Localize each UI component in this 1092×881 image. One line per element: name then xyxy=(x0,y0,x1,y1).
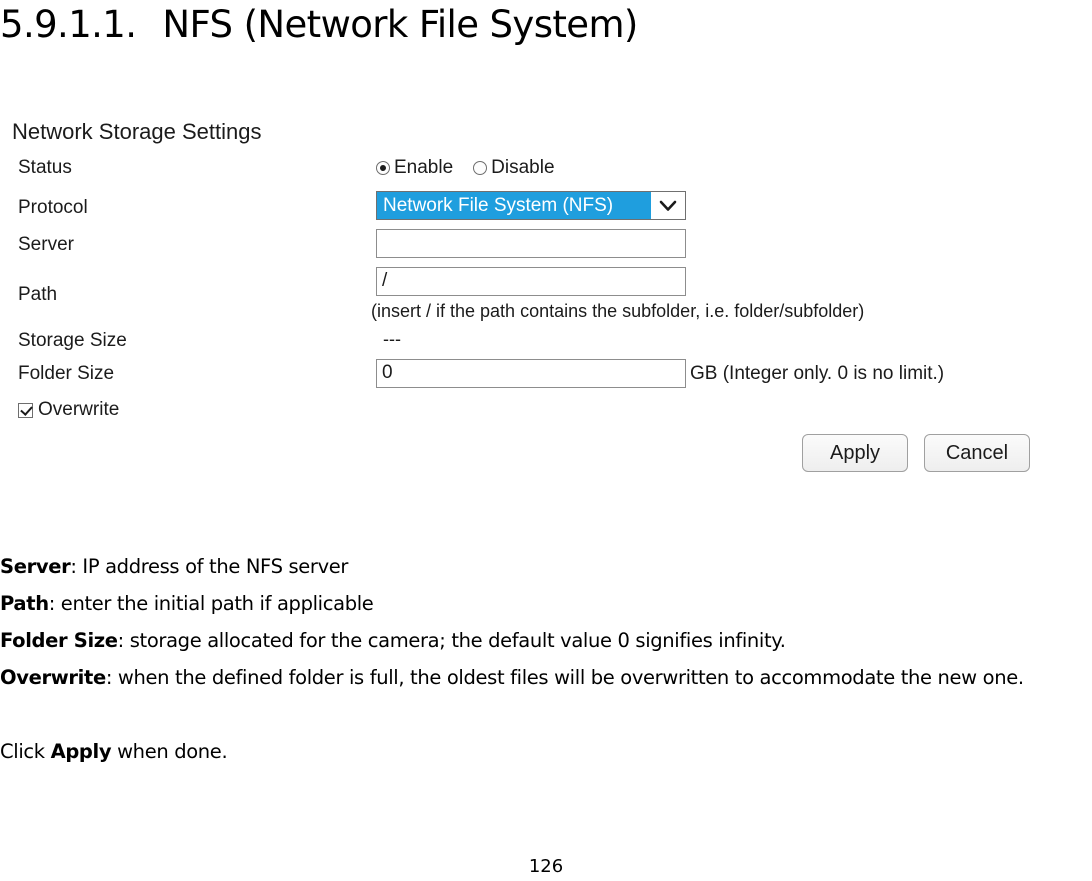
server-input[interactable] xyxy=(376,229,686,258)
radio-disable-label: Disable xyxy=(491,157,555,178)
description-path: Path: enter the initial path if applicab… xyxy=(0,585,1092,622)
folder-size-unit-note: GB (Integer only. 0 is no limit.) xyxy=(690,363,945,384)
page-number: 126 xyxy=(528,856,564,877)
label-folder-size: Folder Size xyxy=(18,363,115,384)
path-input[interactable]: / xyxy=(376,267,686,296)
panel-action-buttons: Apply Cancel xyxy=(802,434,1030,472)
panel-heading: Network Storage Settings xyxy=(12,119,262,144)
storage-size-value: --- xyxy=(383,329,401,349)
radio-enable[interactable]: Enable xyxy=(376,157,453,179)
description-folder-size: Folder Size: storage allocated for the c… xyxy=(0,622,1092,659)
radio-unselected-icon xyxy=(473,161,488,175)
overwrite-label: Overwrite xyxy=(38,399,120,420)
apply-button[interactable]: Apply xyxy=(802,434,908,472)
cancel-button[interactable]: Cancel xyxy=(924,434,1030,472)
closing-suffix: when done. xyxy=(111,740,228,763)
description-folder-size-text: : storage allocated for the camera; the … xyxy=(117,629,786,652)
description-folder-size-term: Folder Size xyxy=(0,629,118,652)
description-path-text: : enter the initial path if applicable xyxy=(48,592,374,615)
closing-prefix: Click xyxy=(0,740,51,763)
description-path-term: Path xyxy=(0,592,49,615)
folder-size-input[interactable]: 0 xyxy=(376,359,686,388)
closing-bold: Apply xyxy=(50,740,112,763)
label-status: Status xyxy=(18,157,72,178)
label-server: Server xyxy=(18,234,74,255)
description-list: Server: IP address of the NFS server Pat… xyxy=(0,548,1092,770)
network-storage-settings-panel: Network Storage Settings Status Protocol… xyxy=(0,105,1092,495)
checkmark-icon xyxy=(18,402,33,418)
label-storage-size: Storage Size xyxy=(18,330,127,351)
protocol-select-value: Network File System (NFS) xyxy=(377,192,651,219)
radio-enable-label: Enable xyxy=(394,157,454,178)
description-server: Server: IP address of the NFS server xyxy=(0,548,1092,585)
description-server-text: : IP address of the NFS server xyxy=(70,555,349,578)
radio-disable[interactable]: Disable xyxy=(473,157,555,179)
radio-selected-icon xyxy=(376,161,390,175)
chevron-down-icon xyxy=(651,192,685,219)
page-title: 5.9.1.1. NFS (Network File System) xyxy=(0,2,638,48)
closing-instruction: Click Apply when done. xyxy=(0,733,1092,770)
description-overwrite-text: : when the defined folder is full, the o… xyxy=(105,666,1024,689)
protocol-select[interactable]: Network File System (NFS) xyxy=(376,191,686,220)
description-overwrite-term: Overwrite xyxy=(0,666,106,689)
section-number: 5.9.1.1. xyxy=(0,3,137,46)
path-hint: (insert / if the path contains the subfo… xyxy=(371,301,865,321)
section-title: NFS (Network File System) xyxy=(162,3,638,46)
description-server-term: Server xyxy=(0,555,71,578)
label-protocol: Protocol xyxy=(18,197,88,218)
label-path: Path xyxy=(18,284,58,305)
description-overwrite: Overwrite: when the defined folder is fu… xyxy=(0,659,1092,696)
overwrite-checkbox[interactable]: Overwrite xyxy=(18,399,119,421)
status-radio-group: Enable Disable xyxy=(376,157,575,179)
